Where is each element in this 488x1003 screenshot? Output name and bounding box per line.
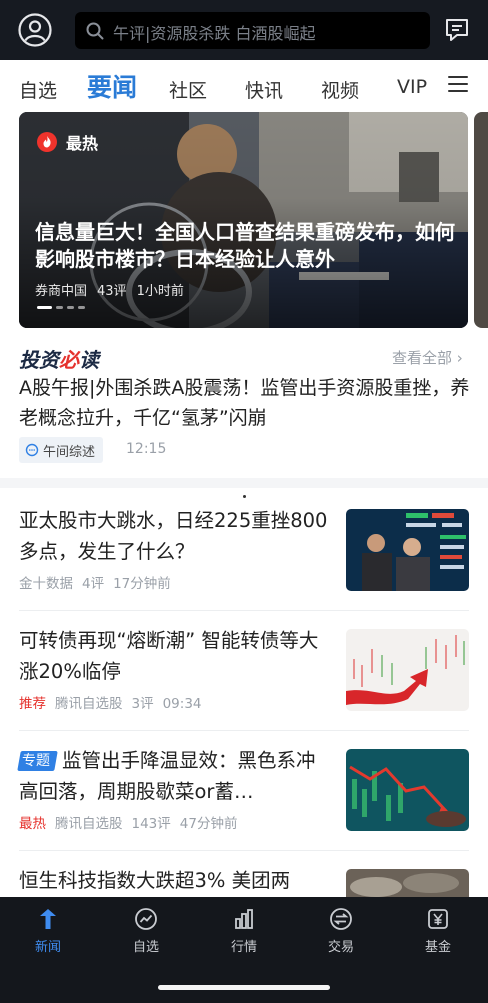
news-title[interactable]: 亚太股市大跳水，日经225重挫800多点，发生了什么？ xyxy=(19,505,329,567)
news-source: 金十数据 xyxy=(19,576,73,592)
market-bars-icon xyxy=(235,909,253,929)
fire-icon xyxy=(37,132,57,152)
hero-time: 1小时前 xyxy=(136,284,184,299)
news-meta: 金十数据 4评 17分钟前 xyxy=(19,572,180,592)
news-source: 腾讯自选股 xyxy=(55,696,123,712)
must-read-tag[interactable]: 午间综述 xyxy=(19,437,104,463)
news-item[interactable]: 专题 监管出手降温显效：黑色系冲高回落，周期股歇菜or蓄… 最热 腾讯自选股 143评… xyxy=(17,745,471,835)
news-item[interactable]: 可转债再现“熔断潮” 智能转债等大涨20%临停 推荐 腾讯自选股 3评 09:34 xyxy=(19,625,471,715)
view-all-label: 查看全部 xyxy=(392,349,453,367)
user-avatar-icon[interactable] xyxy=(17,12,53,48)
nav-news[interactable]: 新闻 xyxy=(18,907,78,955)
news-title[interactable]: 可转债再现“熔断潮” 智能转债等大涨20%临停 xyxy=(19,625,329,687)
nav-trade[interactable]: 交易 xyxy=(311,907,371,955)
trade-icon xyxy=(330,908,352,930)
carousel-dot xyxy=(78,306,85,309)
news-meta: 推荐 腾讯自选股 3评 09:34 xyxy=(19,692,211,712)
chat-bubble-icon xyxy=(25,443,39,457)
must-read-logo: 投资必读 xyxy=(19,344,99,373)
tab-video[interactable]: 视频 xyxy=(321,76,359,103)
nav-market[interactable]: 行情 xyxy=(214,907,274,955)
nav-watchlist-label: 自选 xyxy=(132,940,159,955)
news-source: 腾讯自选股 xyxy=(55,816,123,832)
hot-label: 最热 xyxy=(19,816,46,832)
tab-headlines[interactable]: 要闻 xyxy=(87,68,137,104)
news-icon xyxy=(40,909,56,929)
topic-badge: 专题 xyxy=(17,751,58,771)
nav-news-label: 新闻 xyxy=(34,940,61,955)
news-title[interactable]: 恒生科技指数大跌超3% 美团两 xyxy=(19,865,349,896)
list-divider xyxy=(19,730,469,731)
tab-watchlist[interactable]: 自选 xyxy=(19,76,57,103)
carousel-dots xyxy=(37,306,85,309)
hero-source: 券商中国 xyxy=(35,284,88,299)
nav-fund[interactable]: 基金 xyxy=(408,907,468,955)
news-time: 47分钟前 xyxy=(179,816,238,832)
news-thumbnail xyxy=(346,749,469,831)
news-time: 17分钟前 xyxy=(113,576,171,592)
news-comments: 143评 xyxy=(131,816,171,832)
nav-trade-label: 交易 xyxy=(327,940,354,955)
search-input[interactable]: 午评|资源股杀跌 白酒股崛起 xyxy=(75,12,430,49)
fund-yen-icon xyxy=(428,909,448,929)
view-all-link[interactable]: 查看全部 › xyxy=(392,347,463,368)
news-meta: 最热 腾讯自选股 143评 47分钟前 xyxy=(19,812,246,832)
recommend-label: 推荐 xyxy=(19,696,46,712)
news-comments: 3评 xyxy=(131,696,154,712)
section-divider xyxy=(0,478,488,488)
news-item[interactable]: 亚太股市大跳水，日经225重挫800多点，发生了什么？ 金十数据 4评 17分钟前 xyxy=(19,505,471,595)
must-read-tag-label: 午间综述 xyxy=(43,444,96,460)
watchlist-icon xyxy=(135,908,157,930)
hero-meta: 券商中国 43评 1小时前 xyxy=(35,280,194,299)
scroll-dot xyxy=(243,495,246,498)
logo-part: 读 xyxy=(79,348,99,372)
search-icon xyxy=(86,22,104,40)
home-indicator xyxy=(158,985,330,990)
carousel-dot xyxy=(56,306,63,309)
logo-part-red: 必 xyxy=(59,348,79,372)
tab-flash[interactable]: 快讯 xyxy=(245,76,283,103)
carousel-dot xyxy=(67,306,74,309)
nav-watchlist[interactable]: 自选 xyxy=(116,907,176,955)
top-bar: 午评|资源股杀跌 白酒股崛起 xyxy=(0,0,488,60)
carousel-dot xyxy=(37,306,52,309)
hero-comments: 43评 xyxy=(97,284,127,299)
search-placeholder: 午评|资源股杀跌 白酒股崛起 xyxy=(113,24,316,43)
nav-fund-label: 基金 xyxy=(424,940,451,955)
hot-badge: 最热 xyxy=(37,130,98,154)
tab-community[interactable]: 社区 xyxy=(169,76,207,103)
bottom-nav: 新闻 自选 行情 交易 基金 xyxy=(0,897,488,1003)
news-comments: 4评 xyxy=(82,576,105,592)
news-time: 09:34 xyxy=(162,696,202,712)
must-read-title[interactable]: A股午报|外围杀跌A股震荡！监管出手资源股重挫，养老概念拉升，千亿“氢茅”闪崩 xyxy=(19,373,474,433)
topic-badge-label: 专题 xyxy=(22,753,50,769)
hero-next-card-peek[interactable] xyxy=(474,112,488,328)
news-title[interactable]: 专题 监管出手降温显效：黑色系冲高回落，周期股歇菜or蓄… xyxy=(17,745,329,807)
hero-carousel-card[interactable]: 最热 信息量巨大！全国人口普查结果重磅发布，如何影响股市楼市？日本经验让人意外 … xyxy=(19,112,468,328)
message-icon[interactable] xyxy=(443,16,471,44)
news-thumbnail xyxy=(346,509,469,591)
news-title-text: 监管出手降温显效：黑色系冲高回落，周期股歇菜or蓄… xyxy=(19,749,316,803)
news-thumbnail xyxy=(346,629,469,711)
list-divider xyxy=(19,610,469,611)
nav-market-label: 行情 xyxy=(230,940,257,955)
must-read-time: 12:15 xyxy=(126,441,167,457)
list-divider xyxy=(19,850,469,851)
hero-title[interactable]: 信息量巨大！全国人口普查结果重磅发布，如何影响股市楼市？日本经验让人意外 xyxy=(35,219,455,273)
tab-vip[interactable]: VIP xyxy=(397,76,427,98)
channel-tabs: 自选 要闻 社区 快讯 视频 VIP xyxy=(0,60,488,110)
hot-badge-label: 最热 xyxy=(66,134,99,153)
news-item[interactable]: 恒生科技指数大跌超3% 美团两 xyxy=(19,865,471,951)
chevron-right-icon: › xyxy=(456,349,463,367)
hamburger-menu-icon[interactable] xyxy=(448,76,468,94)
logo-part: 投资 xyxy=(19,348,59,372)
